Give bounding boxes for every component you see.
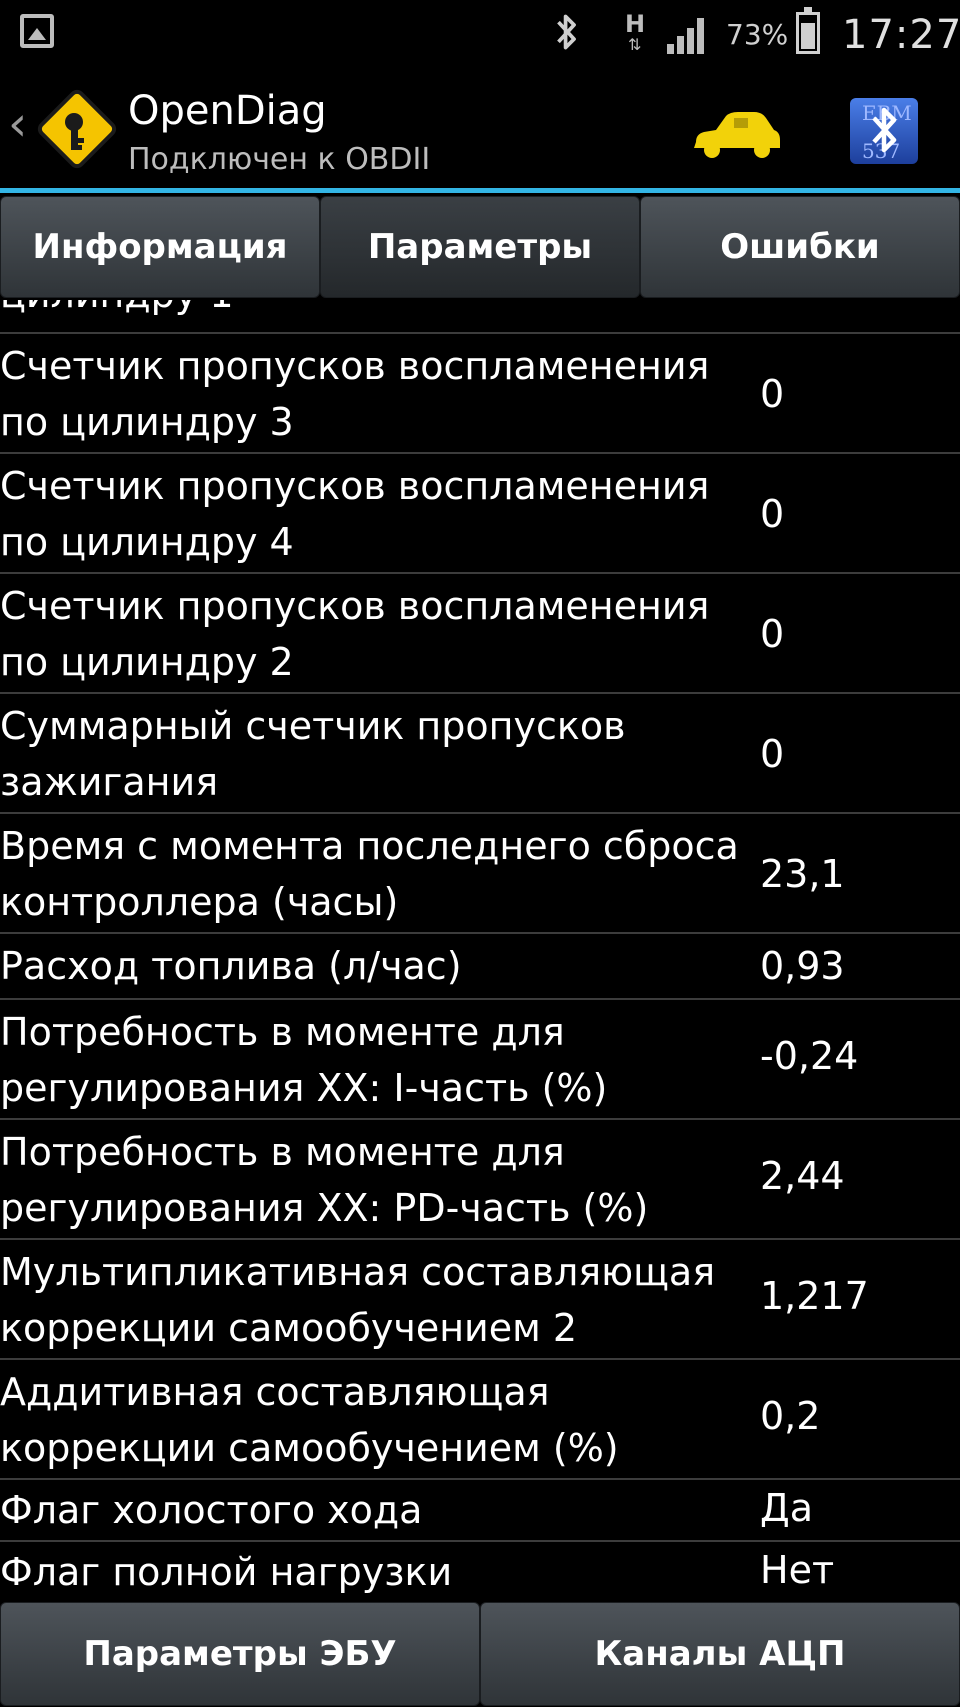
back-chevron-icon[interactable]: ‹ <box>8 96 27 152</box>
clock: 17:27 <box>842 12 960 58</box>
parameter-label: Суммарный счетчик пропусков зажигания <box>0 704 626 804</box>
gallery-icon <box>20 14 54 48</box>
parameter-label: Потребность в моменте для регулирования … <box>0 1130 649 1230</box>
list-item[interactable]: Флаг холостого хода Да <box>0 1478 960 1540</box>
parameter-value: Нет <box>760 1548 835 1592</box>
parameter-value: -0,24 <box>760 1034 859 1078</box>
adc-channels-button[interactable]: Каналы АЦП <box>480 1602 960 1706</box>
app-title: OpenDiag <box>128 88 327 134</box>
connection-status: Подключен к OBDII <box>128 142 431 177</box>
parameter-value: 1,217 <box>760 1274 869 1318</box>
tab-information[interactable]: Информация <box>0 196 320 298</box>
list-item[interactable]: Счетчик пропусков воспламенения по цилин… <box>0 572 960 692</box>
parameter-value: Да <box>760 1486 813 1530</box>
parameter-label: Потребность в моменте для регулирования … <box>0 1010 608 1110</box>
ecu-parameters-button[interactable]: Параметры ЭБУ <box>0 1602 480 1706</box>
list-item[interactable]: Счетчик пропусков воспламенения по цилин… <box>0 452 960 572</box>
parameter-label: цилиндру 1 <box>0 300 750 322</box>
parameter-value: 0 <box>760 492 785 536</box>
list-item[interactable]: цилиндру 1 <box>0 300 960 332</box>
parameter-label: Время с момента последнего сброса контро… <box>0 824 739 924</box>
status-bar: H ⇅ 73% 17:27 <box>0 0 960 66</box>
list-item[interactable]: Суммарный счетчик пропусков зажигания 0 <box>0 692 960 812</box>
action-bar-divider <box>0 188 960 193</box>
parameter-value: 0 <box>760 372 785 416</box>
list-item[interactable]: Флаг полной нагрузки Нет <box>0 1540 960 1600</box>
list-item[interactable]: Потребность в моменте для регулирования … <box>0 998 960 1118</box>
parameter-value: 23,1 <box>760 852 845 896</box>
list-item[interactable]: Время с момента последнего сброса контро… <box>0 812 960 932</box>
battery-icon <box>796 7 820 54</box>
signal-icon <box>667 18 704 54</box>
action-bar: ‹ OpenDiag Подключен к OBDII EBM 537 <box>0 66 960 190</box>
parameter-label: Флаг полной нагрузки <box>0 1550 453 1594</box>
list-item[interactable]: Расход топлива (л/час) 0,93 <box>0 932 960 998</box>
list-item[interactable]: Счетчик пропусков воспламенения по цилин… <box>0 332 960 452</box>
tab-parameters[interactable]: Параметры <box>320 196 640 298</box>
key-diamond-icon[interactable] <box>34 86 120 172</box>
parameter-label: Счетчик пропусков воспламенения по цилин… <box>0 584 710 684</box>
parameter-label: Флаг холостого хода <box>0 1488 423 1532</box>
parameter-label: Аддитивная составляющая коррекции самооб… <box>0 1370 619 1470</box>
list-item[interactable]: Потребность в моменте для регулирования … <box>0 1118 960 1238</box>
list-item[interactable]: Аддитивная составляющая коррекции самооб… <box>0 1358 960 1478</box>
parameter-label: Мультипликативная составляющая коррекции… <box>0 1250 716 1350</box>
tab-bar: Информация Параметры Ошибки <box>0 196 960 300</box>
ebm-bluetooth-icon[interactable]: EBM 537 <box>848 96 920 166</box>
parameter-value: 2,44 <box>760 1154 845 1198</box>
network-arrows-icon: ⇅ <box>628 35 642 54</box>
parameter-value: 0,2 <box>760 1394 821 1438</box>
parameter-label: Расход топлива (л/час) <box>0 944 462 988</box>
bottom-bar: Параметры ЭБУ Каналы АЦП <box>0 1600 960 1707</box>
parameter-label: Счетчик пропусков воспламенения по цилин… <box>0 464 710 564</box>
parameter-list[interactable]: цилиндру 1 Счетчик пропусков воспламенен… <box>0 300 960 1600</box>
parameter-label: Счетчик пропусков воспламенения по цилин… <box>0 344 710 444</box>
list-item[interactable]: Мультипликативная составляющая коррекции… <box>0 1238 960 1358</box>
parameter-value: 0 <box>760 732 785 776</box>
bluetooth-icon <box>557 14 576 50</box>
battery-percent: 73% <box>726 18 789 51</box>
tab-errors[interactable]: Ошибки <box>640 196 960 298</box>
parameter-value: 0 <box>760 612 785 656</box>
car-icon[interactable] <box>690 108 782 160</box>
network-type-label: H <box>625 10 646 38</box>
parameter-value: 0,93 <box>760 944 845 988</box>
